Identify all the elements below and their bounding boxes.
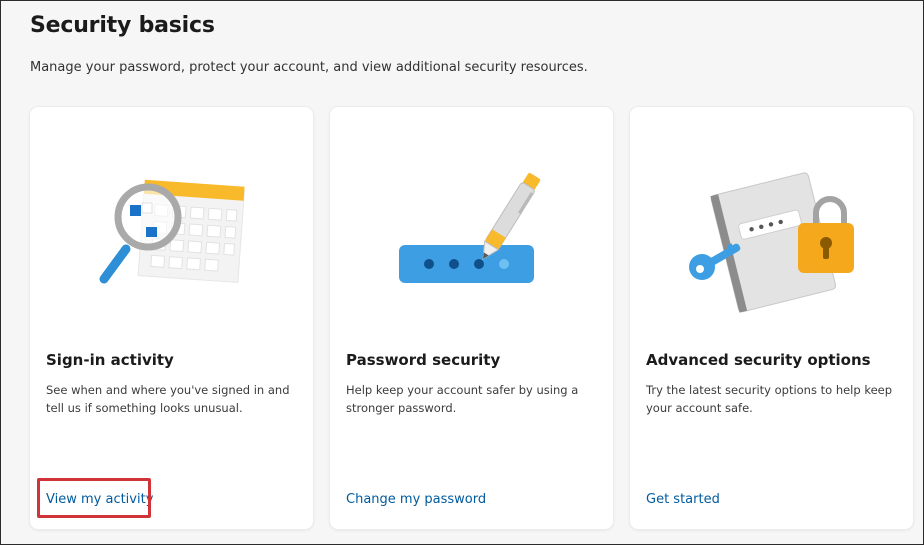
card-title: Advanced security options (646, 351, 871, 369)
sign-in-activity-card: Sign-in activity See when and where you'… (30, 107, 313, 529)
password-security-card: Password security Help keep your account… (330, 107, 613, 529)
magnifier-calendar-icon (30, 127, 313, 327)
password-pen-icon (330, 127, 613, 327)
page-subtitle: Manage your password, protect your accou… (30, 60, 588, 75)
get-started-link[interactable]: Get started (646, 492, 720, 507)
lock-key-book-icon (630, 127, 913, 327)
card-description: Try the latest security options to help … (646, 383, 893, 415)
advanced-security-options-card: Advanced security options Try the latest… (630, 107, 913, 529)
card-description: Help keep your account safer by using a … (346, 383, 579, 415)
card-title: Sign-in activity (46, 351, 174, 369)
view-my-activity-link[interactable]: View my activity (46, 492, 153, 507)
page-title: Security basics (30, 13, 215, 38)
change-my-password-link[interactable]: Change my password (346, 492, 486, 507)
card-title: Password security (346, 351, 501, 369)
security-basics-page: Security basics Manage your password, pr… (0, 0, 924, 545)
card-description: See when and where you've signed in and … (46, 383, 290, 415)
